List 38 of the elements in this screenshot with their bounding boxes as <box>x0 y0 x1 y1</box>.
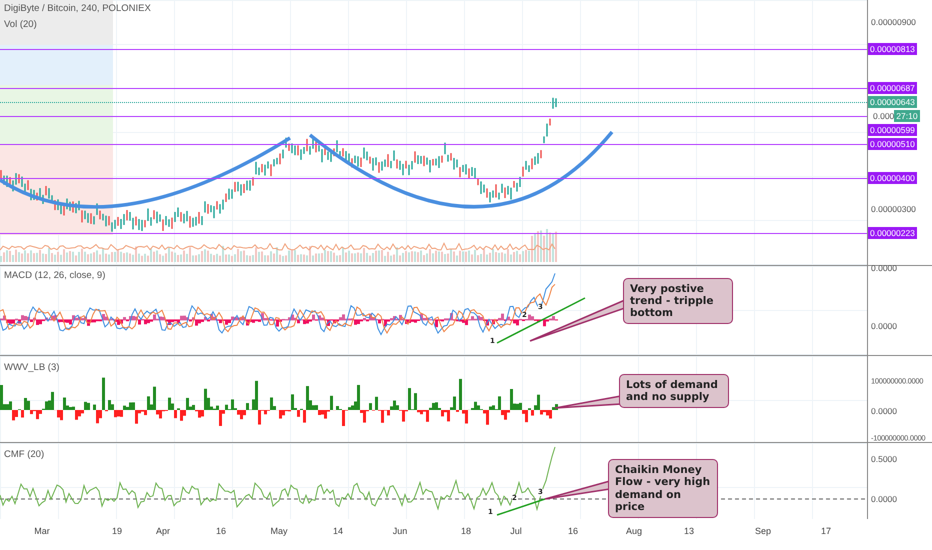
countdown-label: 27:10 <box>894 110 920 122</box>
last-price-label: 0.00000643 <box>868 96 917 108</box>
time-label: Sep <box>755 526 771 536</box>
indicator-title: WWV_LB (3) <box>4 362 60 373</box>
price-tick: 0.00000300 <box>871 204 916 214</box>
time-label: Jul <box>510 526 522 536</box>
axis-tick: 0.5000 <box>871 454 897 464</box>
price-level-label: 0.00000687 <box>868 82 917 94</box>
time-label: 19 <box>112 526 122 536</box>
indicator-label: Vol (20) <box>4 19 37 30</box>
axis-tick: 0.0000 <box>871 263 897 274</box>
price-level-label: 0.00000813 <box>868 43 917 56</box>
axis-tick: 0.0000 <box>871 321 897 332</box>
price-tick: 0.00000900 <box>871 17 916 27</box>
price-level-label: 0.00000223 <box>868 227 917 240</box>
indicator-title: CMF (20) <box>4 449 44 460</box>
time-label: Apr <box>156 526 170 536</box>
indicator-title: MACD (12, 26, close, 9) <box>4 270 106 282</box>
callout-note: Chaikin Money Flow - very high demand on price <box>608 459 718 518</box>
time-label: Aug <box>626 526 642 536</box>
time-label: 14 <box>333 526 343 536</box>
time-label: 17 <box>821 526 831 536</box>
time-label: Jun <box>392 526 408 536</box>
price-level-label: 0.00000599 <box>868 124 917 136</box>
axis-tick: 0.0000 <box>871 406 897 416</box>
time-label: 13 <box>684 526 694 536</box>
time-label: May <box>270 526 288 536</box>
time-label: Mar <box>34 526 50 536</box>
axis-tick: 0.0000 <box>871 494 897 504</box>
price-level-label: 0.00000400 <box>868 172 917 184</box>
callout-note: Lots of demand and no supply <box>619 374 729 408</box>
time-label: 16 <box>216 526 226 536</box>
time-label: 16 <box>568 526 578 536</box>
price-tick: 0.000 <box>872 110 894 122</box>
time-label: 18 <box>461 526 471 536</box>
chart-title: DigiByte / Bitcoin, 240, POLONIEX <box>4 3 151 14</box>
callout-note: Very postive trend - tripple bottom <box>623 278 733 324</box>
price-level-label: 0.00000510 <box>868 138 917 150</box>
